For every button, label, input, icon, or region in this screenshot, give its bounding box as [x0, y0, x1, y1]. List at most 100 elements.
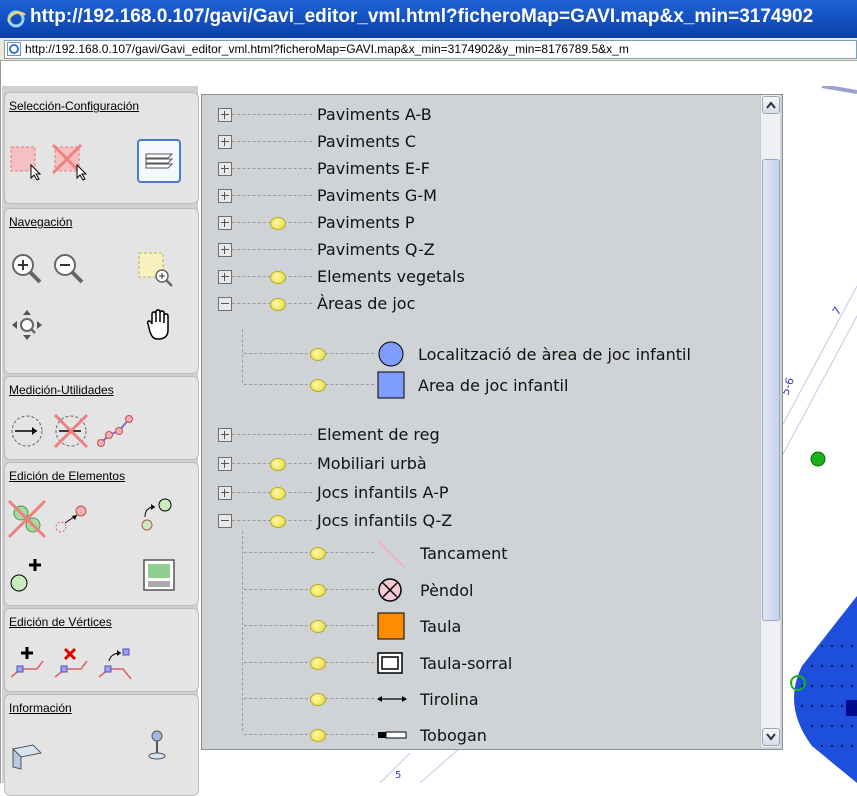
expand-icon[interactable] [218, 428, 232, 442]
visibility-toggle-icon[interactable] [310, 547, 326, 560]
map-canvas[interactable]: 7 5-6 [782, 86, 857, 783]
legend-item-label: Pèndol [420, 581, 474, 600]
square-blue-symbol-icon [377, 371, 405, 399]
visibility-toggle-icon[interactable] [270, 271, 286, 284]
tree-line [232, 434, 312, 435]
legend-item[interactable]: Paviments A-B [202, 102, 762, 128]
legend-item[interactable]: Paviments E-F [202, 156, 762, 182]
move-vertex-icon [98, 648, 132, 680]
legend-item[interactable]: Element de reg [202, 422, 762, 448]
visibility-toggle-icon[interactable] [270, 487, 286, 500]
tree-line [232, 195, 312, 196]
scroll-down-button[interactable] [762, 728, 780, 746]
layers-tool[interactable] [137, 139, 181, 183]
visibility-toggle-icon[interactable] [310, 693, 326, 706]
address-field[interactable]: http://192.168.0.107/gavi/Gavi_editor_vm… [4, 40, 857, 59]
legend-item-label: Taula-sorral [420, 654, 513, 673]
map-drawing: 7 5-6 [782, 86, 857, 783]
collapse-icon[interactable] [218, 297, 232, 311]
move-element-tool[interactable] [51, 499, 91, 539]
window-title-bar: http://192.168.0.107/gavi/Gavi_editor_vm… [0, 0, 857, 38]
visibility-toggle-icon[interactable] [310, 379, 326, 392]
legend-subitem[interactable]: Taula-sorral [202, 649, 762, 679]
expand-icon[interactable] [218, 270, 232, 284]
legend-subitem[interactable]: Localització de àrea de joc infantil [202, 340, 762, 370]
collapse-icon[interactable] [218, 514, 232, 528]
clear-measure-tool[interactable] [51, 411, 91, 451]
info-box-tool[interactable] [7, 731, 47, 771]
info-point-tool[interactable] [137, 725, 177, 765]
scroll-up-button[interactable] [762, 96, 780, 114]
zipline-arrow-icon [377, 696, 407, 702]
legend-subitem[interactable]: Taula [202, 612, 762, 642]
clear-measure-icon [53, 413, 89, 449]
group-title: Medición-Utilidades [9, 383, 114, 397]
measure-path-tool[interactable] [95, 411, 135, 451]
legend-item[interactable]: Paviments Q-Z [202, 237, 762, 263]
legend-item[interactable]: Jocs infantils A-P [202, 480, 762, 506]
expand-icon[interactable] [218, 162, 232, 176]
move-vertex-tool[interactable] [95, 643, 135, 683]
group-title: Navegación [9, 215, 73, 229]
expand-icon[interactable] [218, 243, 232, 257]
add-vertex-tool[interactable] [7, 643, 47, 683]
zoom-out-tool[interactable] [49, 249, 89, 289]
expand-icon[interactable] [218, 216, 232, 230]
info-box-icon [11, 744, 43, 770]
zoom-box-tool[interactable] [135, 249, 175, 289]
expand-icon[interactable] [218, 135, 232, 149]
group-navegacion: Navegación [4, 208, 199, 374]
visibility-toggle-icon[interactable] [310, 657, 326, 670]
scroll-thumb[interactable] [762, 159, 780, 621]
legend-item[interactable]: Jocs infantils Q-Z [202, 508, 762, 534]
group-title: Información [9, 701, 72, 715]
deselect-tool[interactable] [51, 141, 91, 181]
select-tool[interactable] [7, 141, 47, 181]
legend-item[interactable]: Àreas de joc [202, 291, 762, 317]
page-icon [7, 42, 21, 56]
save-element-tool[interactable] [139, 555, 179, 595]
zoom-box-icon [138, 252, 173, 287]
visibility-toggle-icon[interactable] [270, 515, 286, 528]
legend-subitem[interactable]: Area de joc infantil [202, 371, 762, 401]
rotate-element-tool[interactable] [135, 495, 175, 535]
legend-item-label: Area de joc infantil [418, 376, 569, 395]
legend-item-label: Paviments Q-Z [317, 240, 435, 259]
tree-line [232, 249, 312, 250]
pendulum-cross-circle-icon [378, 578, 402, 602]
pan-arrows-tool[interactable] [7, 305, 47, 345]
legend-subitem[interactable]: Tancament [202, 539, 762, 569]
legend-subitem[interactable]: Tirolina [202, 685, 762, 715]
group-edicion-vertices: Edición de Vértices [4, 608, 199, 692]
expand-icon[interactable] [218, 108, 232, 122]
legend-subitem[interactable]: Tobogan [202, 721, 762, 749]
visibility-toggle-icon[interactable] [310, 729, 326, 742]
visibility-toggle-icon[interactable] [270, 217, 286, 230]
legend-subitem[interactable]: Pèndol [202, 576, 762, 606]
visibility-toggle-icon[interactable] [310, 348, 326, 361]
map-green-point[interactable] [810, 451, 826, 467]
legend-item[interactable]: Paviments P [202, 210, 762, 236]
legend-item[interactable]: Paviments G-M [202, 183, 762, 209]
legend-item[interactable]: Paviments C [202, 129, 762, 155]
pan-hand-tool[interactable] [137, 305, 177, 345]
visibility-toggle-icon[interactable] [270, 458, 286, 471]
expand-icon[interactable] [218, 189, 232, 203]
visibility-toggle-icon[interactable] [310, 584, 326, 597]
measure-distance-tool[interactable] [7, 411, 47, 451]
legend-item[interactable]: Mobiliari urbà [202, 451, 762, 477]
select-rectangle-icon [10, 146, 42, 181]
tree-line [244, 662, 374, 663]
zoom-in-icon [12, 254, 42, 284]
add-element-tool[interactable] [7, 555, 47, 595]
delete-element-tool[interactable] [7, 499, 47, 539]
visibility-toggle-icon[interactable] [270, 298, 286, 311]
visibility-toggle-icon[interactable] [310, 620, 326, 633]
zoom-in-tool[interactable] [7, 249, 47, 289]
expand-icon[interactable] [218, 486, 232, 500]
expand-icon[interactable] [218, 457, 232, 471]
delete-vertex-tool[interactable] [51, 643, 91, 683]
layers-icon [145, 153, 174, 169]
legend-item[interactable]: Elements vegetals [202, 264, 762, 290]
legend-scrollbar[interactable] [760, 95, 780, 747]
